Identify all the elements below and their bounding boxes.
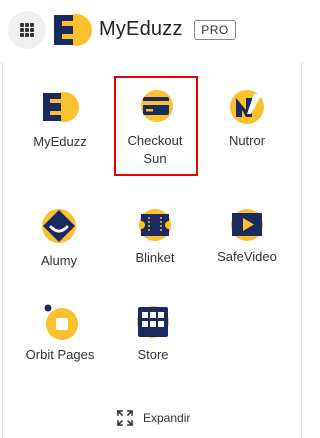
apps-grid-button[interactable] <box>8 11 46 49</box>
app-safevideo[interactable]: SafeVideo <box>202 206 292 266</box>
app-label: Blinket <box>135 250 175 265</box>
app-label: MyEduzz <box>33 134 87 149</box>
orbit-pages-icon <box>44 304 78 340</box>
app-label: Alumy <box>40 253 78 268</box>
app-alumy[interactable]: Alumy <box>14 206 104 270</box>
store-icon <box>137 306 169 338</box>
app-label: Store <box>137 347 169 362</box>
selected-app-highlight <box>114 76 198 176</box>
app-label: SafeVideo <box>217 249 277 264</box>
expand-label: Expandir <box>143 411 191 425</box>
app-store[interactable]: Store <box>108 302 198 364</box>
brand-name: MyEduzz <box>99 18 183 40</box>
app-header: MyEduzz PRO <box>0 0 304 62</box>
eduzz-logo <box>54 14 92 46</box>
pro-badge: PRO <box>194 20 236 40</box>
app-label: Orbit Pages <box>25 347 95 362</box>
expand-button[interactable]: Expandir <box>117 409 190 427</box>
app-orbit-pages[interactable]: Orbit Pages <box>15 302 105 364</box>
app-blinket[interactable]: Blinket <box>110 205 200 267</box>
grid-icon <box>20 23 34 37</box>
app-label: Nutror <box>228 133 266 148</box>
nutror-icon <box>230 90 264 124</box>
app-myeduzz[interactable]: MyEduzz <box>15 89 105 151</box>
safevideo-icon <box>231 209 263 241</box>
app-nutror[interactable]: Nutror <box>202 88 292 150</box>
myeduzz-icon <box>43 92 79 122</box>
alumy-icon <box>42 209 76 243</box>
blinket-icon <box>139 209 171 241</box>
expand-arrows-icon <box>117 410 133 426</box>
